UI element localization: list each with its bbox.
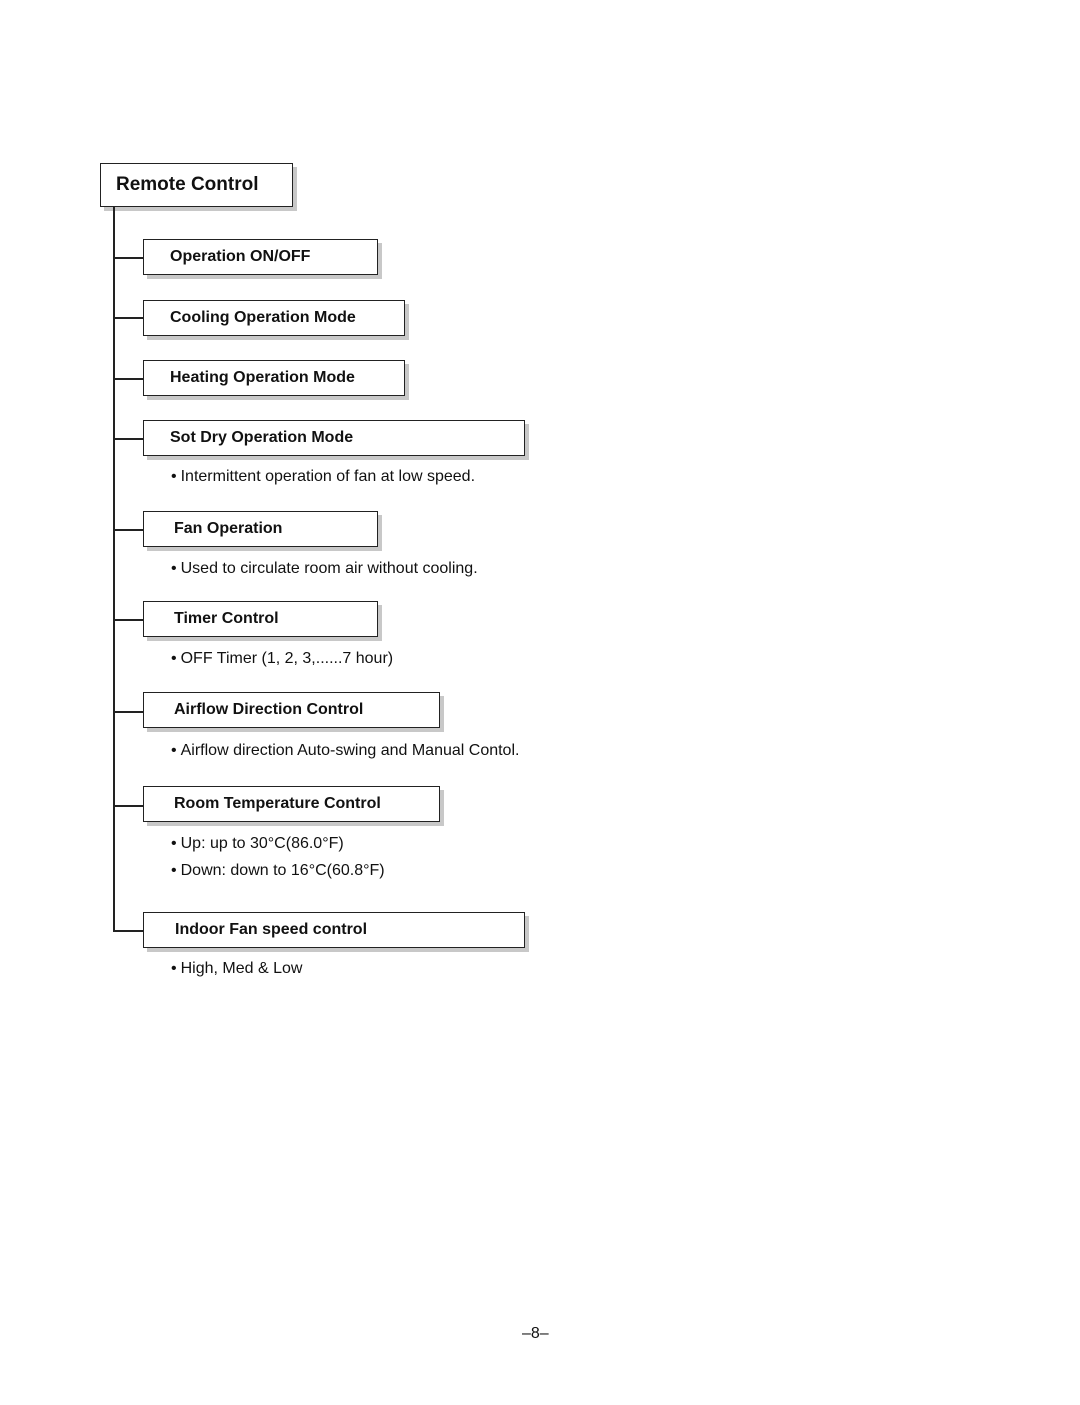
item-label: Sot Dry Operation Mode [170,429,354,446]
branch-line [113,378,143,380]
branch-line [113,619,143,621]
bullet-icon: • [171,742,177,759]
item-label: Indoor Fan speed control [175,921,368,938]
item-label: Cooling Operation Mode [170,309,356,326]
branch-line [113,805,143,807]
branch-line [113,317,143,319]
item-indoor-fan-speed-control: Indoor Fan speed control [143,912,525,948]
item-label: Heating Operation Mode [170,369,355,386]
item-soft-dry-operation-mode: Sot Dry Operation Mode [143,420,525,456]
item-room-temperature-control: Room Temperature Control [143,786,440,822]
item-label: Timer Control [174,610,279,627]
item-note: • Used to circulate room air without cool… [171,560,478,577]
bullet-icon: • [171,960,177,977]
branch-line [113,930,143,932]
bullet-icon: • [171,560,177,577]
item-label: Airflow Direction Control [174,701,364,718]
item-cooling-operation-mode: Cooling Operation Mode [143,300,405,336]
item-operation-on-off: Operation ON/OFF [143,239,378,275]
branch-line [113,438,143,440]
item-label: Room Temperature Control [174,795,381,812]
remote-control-title: Remote Control [100,163,293,207]
item-fan-operation: Fan Operation [143,511,378,547]
item-label: Fan Operation [174,520,283,537]
bullet-icon: • [171,862,177,879]
item-note: • High, Med & Low [171,960,303,977]
bullet-icon: • [171,835,177,852]
tree-trunk-line [113,207,115,931]
item-note: • Airflow direction Auto-swing and Manual… [171,742,520,759]
item-note: • Down: down to 16°C(60.8°F) [171,862,385,879]
item-label: Operation ON/OFF [170,248,311,265]
item-airflow-direction-control: Airflow Direction Control [143,692,440,728]
branch-line [113,257,143,259]
bullet-icon: • [171,468,177,485]
item-note: • Intermittent operation of fan at low sp… [171,468,476,485]
page-number: –8– [522,1325,549,1342]
item-note: • Up: up to 30°C(86.0°F) [171,835,344,852]
bullet-icon: • [171,650,177,667]
item-heating-operation-mode: Heating Operation Mode [143,360,405,396]
item-note: • OFF Timer (1, 2, 3,......7 hour) [171,650,394,667]
branch-line [113,529,143,531]
item-timer-control: Timer Control [143,601,378,637]
branch-line [113,711,143,713]
